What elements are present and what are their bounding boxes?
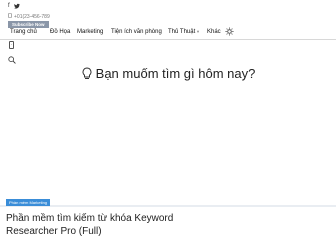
- nav-item-home[interactable]: Trang chủ: [10, 29, 37, 35]
- lightbulb-icon: [81, 67, 93, 83]
- hero-question: Bạn muốm tìm gì hôm nay?: [0, 66, 336, 83]
- nav-item-tips-label: Thủ Thuật: [168, 29, 196, 35]
- nav-item-graphics[interactable]: Đồ Họa: [50, 29, 70, 35]
- featured-image-strip: [0, 205, 336, 207]
- chevron-down-icon: ▾: [196, 29, 200, 34]
- theme-toggle-icon[interactable]: [225, 27, 234, 38]
- nav-item-office[interactable]: Tiện ích văn phòng: [111, 29, 162, 35]
- nav-item-marketing[interactable]: Marketing: [77, 29, 103, 35]
- nav-item-tips[interactable]: Thủ Thuật ▾: [168, 29, 199, 35]
- twitter-icon[interactable]: [13, 3, 20, 11]
- nav-item-other[interactable]: Khác: [207, 29, 221, 35]
- mobile-device-icon[interactable]: ·: [9, 41, 14, 49]
- phone-info: +01(23-456-789: [8, 13, 50, 20]
- social-links: f: [8, 3, 20, 11]
- phone-number: +01(23-456-789: [14, 13, 50, 20]
- category-badge[interactable]: Phần mềm Marketing: [6, 199, 51, 206]
- main-nav: Trang chủ Đồ Họa Marketing Tiện ích văn …: [0, 27, 336, 40]
- hero-question-text: Bạn muốm tìm gì hôm nay?: [95, 66, 256, 81]
- post-title[interactable]: Phần mềm tìm kiếm từ khóa Keyword Resear…: [6, 213, 206, 238]
- phone-icon: [8, 13, 12, 20]
- facebook-icon[interactable]: f: [8, 3, 10, 11]
